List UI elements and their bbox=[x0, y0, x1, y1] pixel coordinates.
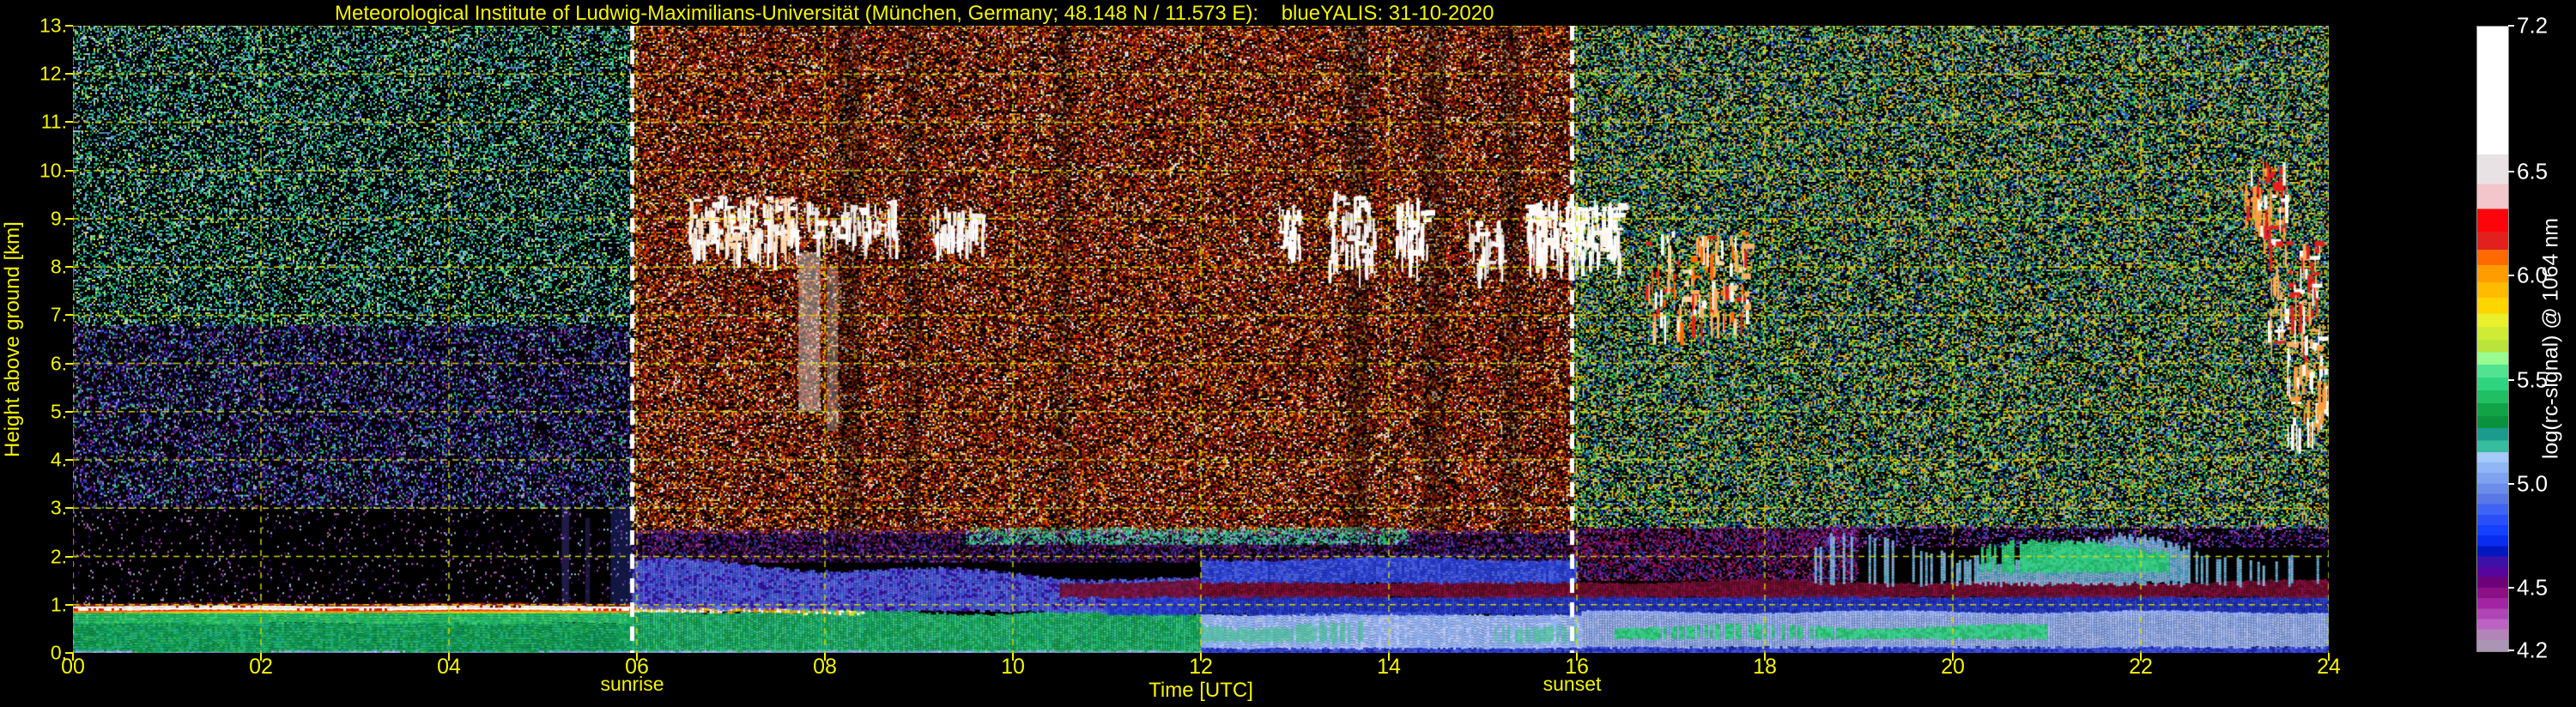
colorbar bbox=[2476, 26, 2509, 652]
colorbar-tick-mark bbox=[2508, 482, 2514, 485]
sunrise-annotation: sunrise bbox=[600, 673, 664, 695]
y-tick-label: 0. bbox=[50, 641, 67, 664]
y-tick-mark bbox=[65, 603, 73, 606]
y-tick-label: 4. bbox=[50, 448, 67, 471]
x-tick-mark bbox=[1952, 653, 1954, 661]
x-tick-mark bbox=[1388, 653, 1390, 661]
x-tick-mark bbox=[2328, 653, 2330, 661]
colorbar-label: log(rc-signal) @ 1064 nm bbox=[2538, 217, 2563, 459]
colorbar-tick-mark bbox=[2508, 170, 2514, 172]
sunset-annotation: sunset bbox=[1543, 673, 1602, 695]
x-tick-mark bbox=[1576, 653, 1578, 661]
y-tick-mark bbox=[65, 459, 73, 462]
y-tick-mark bbox=[65, 73, 73, 76]
page-title: Meteorological Institute of Ludwig-Maxim… bbox=[335, 2, 1494, 25]
x-tick-mark bbox=[1200, 653, 1202, 661]
x-tick-mark bbox=[448, 653, 450, 661]
y-tick-mark bbox=[65, 121, 73, 124]
y-tick-label: 9. bbox=[50, 207, 67, 230]
colorbar-tick-mark bbox=[2508, 25, 2514, 27]
heatmap-plot-canvas bbox=[73, 26, 2329, 653]
x-tick-mark bbox=[824, 653, 826, 661]
x-tick-mark bbox=[1764, 653, 1766, 661]
y-tick-label: 13. bbox=[39, 14, 67, 37]
y-tick-label: 1. bbox=[50, 593, 67, 616]
x-tick-mark bbox=[636, 653, 638, 661]
y-tick-mark bbox=[65, 555, 73, 558]
x-tick-mark bbox=[260, 653, 262, 661]
y-tick-mark bbox=[65, 169, 73, 172]
x-tick-mark bbox=[72, 653, 74, 661]
y-tick-mark bbox=[65, 217, 73, 220]
x-tick-mark bbox=[1012, 653, 1014, 661]
y-tick-label: 3. bbox=[50, 496, 67, 519]
y-tick-mark bbox=[65, 314, 73, 317]
colorbar-tick-mark bbox=[2508, 650, 2514, 651]
colorbar-tick-mark bbox=[2508, 587, 2514, 589]
y-tick-mark bbox=[65, 507, 73, 510]
y-tick-mark bbox=[65, 266, 73, 269]
x-axis-title: Time [UTC] bbox=[1149, 679, 1253, 702]
y-tick-label: 6. bbox=[50, 352, 67, 375]
y-tick-label: 7. bbox=[50, 303, 67, 326]
y-tick-label: 2. bbox=[50, 545, 67, 568]
lidar-quicklook-window: Meteorological Institute of Ludwig-Maxim… bbox=[0, 0, 2576, 707]
y-tick-label: 5. bbox=[50, 400, 67, 423]
colorbar-tick-mark bbox=[2508, 275, 2514, 277]
colorbar-tick-mark bbox=[2508, 378, 2514, 381]
y-tick-label: 10. bbox=[39, 159, 67, 182]
y-tick-mark bbox=[65, 410, 73, 413]
y-tick-mark bbox=[65, 362, 73, 365]
y-tick-mark bbox=[65, 25, 73, 27]
y-tick-label: 8. bbox=[50, 255, 67, 278]
y-tick-label: 11. bbox=[40, 110, 67, 133]
x-tick-mark bbox=[2140, 653, 2142, 661]
y-tick-label: 12. bbox=[39, 62, 67, 85]
